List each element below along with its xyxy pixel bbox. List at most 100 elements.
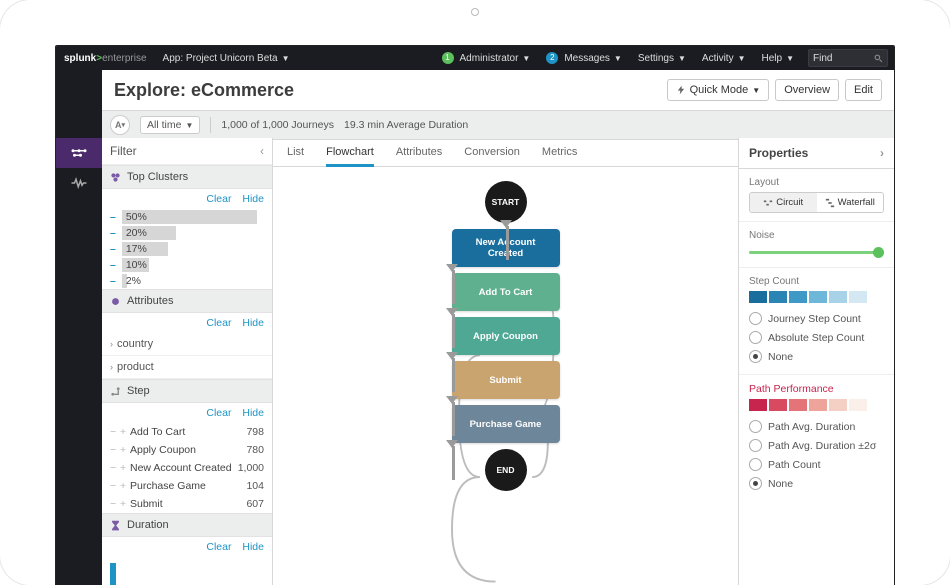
cluster-row[interactable]: –20% [102,225,272,241]
step-row[interactable]: −+Add To Cart798 [102,423,272,441]
attributes-hide-link[interactable]: Hide [242,317,264,329]
quick-mode-button[interactable]: Quick Mode ▼ [667,79,770,101]
flow-node[interactable]: Add To Cart [452,273,560,311]
swatch [789,399,807,411]
plus-icon[interactable]: + [120,444,126,456]
slider-track [749,251,884,254]
step-hide-link[interactable]: Hide [242,407,264,419]
layout-circuit[interactable]: Circuit [750,193,817,212]
duration-hide-link[interactable]: Hide [242,541,264,553]
step-count-swatches [749,291,884,303]
step-row[interactable]: −+Submit607 [102,495,272,513]
attributes-clear-link[interactable]: Clear [206,317,231,329]
minus-icon[interactable]: − [110,426,116,438]
nav-journeys[interactable] [56,138,102,168]
overview-button[interactable]: Overview [775,79,839,101]
step-name: Apply Coupon [130,444,246,456]
attribute-row[interactable]: ›country [102,333,272,356]
attribute-row[interactable]: ›product [102,356,272,379]
plus-icon[interactable]: + [120,480,126,492]
path-perf-radio[interactable]: Path Avg. Duration [749,417,884,436]
series-selector[interactable]: A▾ [110,115,130,135]
tab-conversion[interactable]: Conversion [464,138,520,166]
flow-node[interactable]: Purchase Game [452,405,560,443]
section-attributes[interactable]: Attributes [102,289,272,313]
device-frame: splunk>enterprise App: Project Unicorn B… [0,0,950,585]
filter-panel: Filter ‹ Top Clusters Clear Hide –50%–20… [102,138,273,585]
clusters-hide-link[interactable]: Hide [242,193,264,205]
brand-prefix: splunk [64,53,96,64]
minus-icon[interactable]: − [110,480,116,492]
tab-flowchart[interactable]: Flowchart [326,138,374,167]
duration-clear-link[interactable]: Clear [206,541,231,553]
app-selector[interactable]: App: Project Unicorn Beta ▼ [155,53,298,64]
overview-label: Overview [784,84,830,96]
section-top-clusters[interactable]: Top Clusters [102,165,272,189]
cluster-row[interactable]: –10% [102,257,272,273]
tab-attributes[interactable]: Attributes [396,138,442,166]
duration-label: Duration [127,519,169,531]
clusters-icon [110,172,121,183]
cluster-row[interactable]: –2% [102,273,272,289]
edit-button[interactable]: Edit [845,79,882,101]
cluster-remove-icon[interactable]: – [110,259,116,271]
brand-logo[interactable]: splunk>enterprise [56,53,155,64]
cluster-row[interactable]: –50% [102,209,272,225]
path-perf-swatches [749,399,884,411]
radio-label: None [768,351,793,363]
minus-icon[interactable]: − [110,498,116,510]
noise-slider[interactable] [749,245,884,259]
section-duration[interactable]: Duration [102,513,272,537]
tab-metrics[interactable]: Metrics [542,138,577,166]
step-row[interactable]: −+New Account Created1,000 [102,459,272,477]
layout-waterfall[interactable]: Waterfall [817,193,884,212]
cluster-remove-icon[interactable]: – [110,211,116,223]
step-name: Purchase Game [130,480,246,492]
flow-node[interactable]: Submit [452,361,560,399]
cluster-row[interactable]: –17% [102,241,272,257]
plus-icon[interactable]: + [120,498,126,510]
search-input[interactable]: Find [808,49,888,67]
admin-badge: 1 [442,52,454,64]
step-count-section: Step Count Journey Step CountAbsolute St… [739,268,894,375]
menu-messages[interactable]: 2 Messages ▼ [538,52,630,64]
path-perf-radio[interactable]: Path Avg. Duration ±2σ [749,436,884,455]
minus-icon[interactable]: − [110,462,116,474]
cluster-remove-icon[interactable]: – [110,227,116,239]
step-count: 607 [246,498,264,510]
cluster-remove-icon[interactable]: – [110,243,116,255]
step-count-radio[interactable]: Journey Step Count [749,309,884,328]
caret-down-icon: ▼ [678,54,686,63]
properties-header: Properties › [739,138,894,169]
step-clear-link[interactable]: Clear [206,407,231,419]
collapse-props-button[interactable]: › [880,146,884,160]
menu-administrator[interactable]: 1 Administrator ▼ [434,52,539,64]
menu-help[interactable]: Help ▼ [754,53,803,64]
flow-node[interactable]: Apply Coupon [452,317,560,355]
flow-end[interactable]: END [485,449,527,491]
cluster-remove-icon[interactable]: – [110,275,116,287]
nav-pulse[interactable] [56,168,102,198]
step-count-radio[interactable]: Absolute Step Count [749,328,884,347]
slider-knob[interactable] [873,247,884,258]
path-perf-radio[interactable]: None [749,474,884,493]
section-step[interactable]: Step [102,379,272,403]
avg-duration: 19.3 min Average Duration [344,119,468,131]
step-row[interactable]: −+Purchase Game104 [102,477,272,495]
flowchart-canvas[interactable]: START New Account CreatedAdd To CartAppl… [273,167,738,585]
step-count-radio[interactable]: None [749,347,884,366]
step-count-label: Step Count [749,276,884,287]
clusters-clear-link[interactable]: Clear [206,193,231,205]
plus-icon[interactable]: + [120,426,126,438]
menu-activity[interactable]: Activity ▼ [694,53,754,64]
time-range-picker[interactable]: All time ▼ [140,116,200,134]
plus-icon[interactable]: + [120,462,126,474]
flow-start[interactable]: START [485,181,527,223]
tab-list[interactable]: List [287,138,304,166]
center-panel: List Flowchart Attributes Conversion Met… [273,138,738,585]
path-perf-radio[interactable]: Path Count [749,455,884,474]
minus-icon[interactable]: − [110,444,116,456]
menu-settings[interactable]: Settings ▼ [630,53,694,64]
step-row[interactable]: −+Apply Coupon780 [102,441,272,459]
collapse-filter-button[interactable]: ‹ [260,144,264,158]
